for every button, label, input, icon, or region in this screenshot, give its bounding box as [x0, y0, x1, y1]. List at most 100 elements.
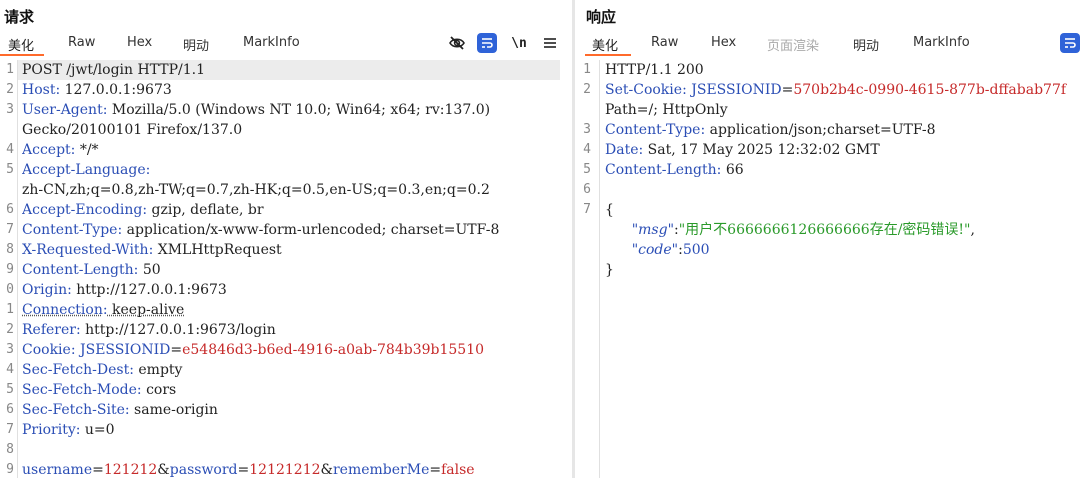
code-line[interactable]: Set-Cookie: JSESSIONID=570b2b4c-0990-461… [605, 80, 1076, 100]
request-tab-raw[interactable]: Raw [68, 35, 95, 50]
cookie-equals: = [781, 82, 794, 98]
code-line[interactable]: Gecko/20100101 Firefox/137.0 [22, 120, 568, 140]
response-tab-pretty[interactable]: 美化 [592, 35, 618, 54]
param-equals: = [429, 462, 442, 478]
code-line[interactable]: Origin: http://127.0.0.1:9673 [22, 280, 568, 300]
code-line[interactable]: Content-Length: 66 [605, 160, 1076, 180]
code-line[interactable]: X-Requested-With: XMLHttpRequest [22, 240, 568, 260]
response-editor[interactable]: 1 HTTP/1.1 200 2 Set-Cookie: JSESSIONID=570… [575, 60, 1080, 478]
response-tab-raw[interactable]: Raw [651, 35, 678, 50]
code-line[interactable]: Accept: */* [22, 140, 568, 160]
response-tab-hex[interactable]: Hex [711, 35, 736, 50]
header-name: Cookie [22, 342, 71, 358]
header-name: Sec-Fetch-Mode [22, 382, 137, 398]
line-number: 2 [6, 82, 14, 97]
response-tabs: 美化 Raw Hex 页面渲染 明动 MarkInfo [575, 32, 1080, 56]
header-value: application/x-www-form-urlencoded; chars… [122, 222, 500, 238]
code-line[interactable]: Content-Type: application/json;charset=U… [605, 120, 1076, 140]
code-line[interactable]: HTTP/1.1 200 [605, 60, 1076, 80]
code-line[interactable]: Referer: http://127.0.0.1:9673/login [22, 320, 568, 340]
json-key: "code" [631, 242, 679, 258]
plain-text: Path=/; HttpOnly [605, 102, 728, 118]
header-name: Origin [22, 282, 68, 298]
header-value: keep-alive [107, 302, 185, 318]
code-line[interactable]: "code":500 [605, 240, 1076, 260]
param-separator: & [157, 462, 170, 478]
header-value: XMLHttpRequest [153, 242, 282, 258]
line-number: 7 [583, 202, 591, 217]
newline-icon: \n [511, 35, 527, 51]
line-number: 1 [6, 302, 14, 317]
code-line[interactable]: username=121212&password=12121212&rememb… [22, 460, 568, 478]
code-line[interactable]: Cookie: JSESSIONID=e54846d3-b6ed-4916-a0… [22, 340, 568, 360]
line-number: 4 [6, 362, 14, 377]
header-value: */* [75, 142, 99, 158]
request-editor[interactable]: 1 POST /jwt/login HTTP/1.1 2 Host: 127.0.0.… [0, 60, 572, 478]
response-tab-render[interactable]: 页面渲染 [767, 35, 819, 54]
hide-eye-icon[interactable] [447, 33, 467, 53]
request-tab-pretty[interactable]: 美化 [8, 35, 34, 54]
code-line[interactable]: User-Agent: Mozilla/5.0 (Windows NT 10.0… [22, 100, 568, 120]
header-value: http://127.0.0.1:9673 [71, 282, 227, 298]
line-number: 4 [583, 142, 591, 157]
response-pretty-print-toggle-icon[interactable] [1060, 33, 1080, 53]
plain-text: HTTP/1.1 200 [605, 62, 704, 78]
header-value: 66 [721, 162, 744, 178]
header-value: 50 [138, 262, 161, 278]
plain-text: } [605, 262, 614, 278]
code-line[interactable]: "msg":"用户不6666666126666666存在/密码错误!", [605, 220, 1076, 240]
response-tab-markinfo[interactable]: MarkInfo [913, 35, 970, 50]
cookie-name: JSESSIONID [691, 82, 782, 98]
header-value: 127.0.0.1:9673 [60, 82, 172, 98]
code-line[interactable]: Accept-Language: [22, 160, 568, 180]
code-line[interactable]: Accept-Encoding: gzip, deflate, br [22, 200, 568, 220]
menu-icon[interactable] [540, 33, 560, 53]
param-key: rememberMe [332, 462, 430, 478]
code-line[interactable]: Content-Type: application/x-www-form-url… [22, 220, 568, 240]
response-tab-mingdong[interactable]: 明动 [853, 35, 879, 54]
request-tab-hex[interactable]: Hex [127, 35, 152, 50]
line-number: 7 [6, 422, 14, 437]
request-tab-mingdong[interactable]: 明动 [183, 35, 209, 54]
line-number: 7 [6, 222, 14, 237]
request-active-tab-indicator [0, 54, 44, 56]
header-value: empty [133, 362, 183, 378]
header-name: User-Agent [22, 102, 103, 118]
header-name: Connection [22, 302, 103, 318]
request-tab-markinfo[interactable]: MarkInfo [243, 35, 300, 50]
plain-text: Gecko/20100101 Firefox/137.0 [22, 122, 243, 138]
code-line[interactable]: Path=/; HttpOnly [605, 100, 1076, 120]
cookie-value: e54846d3-b6ed-4916-a0ab-784b39b15510 [182, 342, 485, 358]
code-line[interactable]: zh-CN,zh;q=0.8,zh-TW;q=0.7,zh-HK;q=0.5,e… [22, 180, 568, 200]
line-number: 2 [6, 322, 14, 337]
newline-toggle-button[interactable]: \n [509, 33, 529, 53]
code-line[interactable]: Content-Length: 50 [22, 260, 568, 280]
param-key: username [22, 462, 93, 478]
json-comma: , [970, 222, 975, 238]
code-line[interactable]: } [605, 260, 1076, 280]
header-value: Mozilla/5.0 (Windows NT 10.0; Win64; x64… [107, 102, 491, 118]
request-pane: 请求 美化 Raw Hex 明动 MarkInfo \n 1POST /jwt/… [0, 0, 572, 478]
code-line[interactable]: Sec-Fetch-Site: same-origin [22, 400, 568, 420]
line-number: 3 [583, 122, 591, 137]
code-line[interactable]: Sec-Fetch-Dest: empty [22, 360, 568, 380]
response-gutter-separator [599, 60, 600, 478]
param-value: false [441, 462, 475, 478]
response-pane: 响应 美化 Raw Hex 页面渲染 明动 MarkInfo 1 HTTP/1.1… [575, 0, 1080, 478]
code-line[interactable]: Host: 127.0.0.1:9673 [22, 80, 568, 100]
code-line[interactable]: Priority: u=0 [22, 420, 568, 440]
code-line[interactable]: POST /jwt/login HTTP/1.1 [22, 60, 568, 80]
header-value: gzip, deflate, br [147, 202, 264, 218]
code-line[interactable]: Connection: keep-alive [22, 300, 568, 320]
line-number: 8 [6, 442, 14, 457]
response-active-tab-indicator [585, 54, 631, 56]
request-title: 请求 [4, 8, 35, 26]
code-line[interactable]: { [605, 200, 1076, 220]
header-value: cors [141, 382, 177, 398]
code-line[interactable]: Date: Sat, 17 May 2025 12:32:02 GMT [605, 140, 1076, 160]
param-equals: = [92, 462, 104, 478]
line-number: 4 [6, 142, 14, 157]
code-line[interactable]: Sec-Fetch-Mode: cors [22, 380, 568, 400]
header-name: Set-Cookie [605, 82, 683, 98]
pretty-print-toggle-icon[interactable] [477, 33, 497, 53]
